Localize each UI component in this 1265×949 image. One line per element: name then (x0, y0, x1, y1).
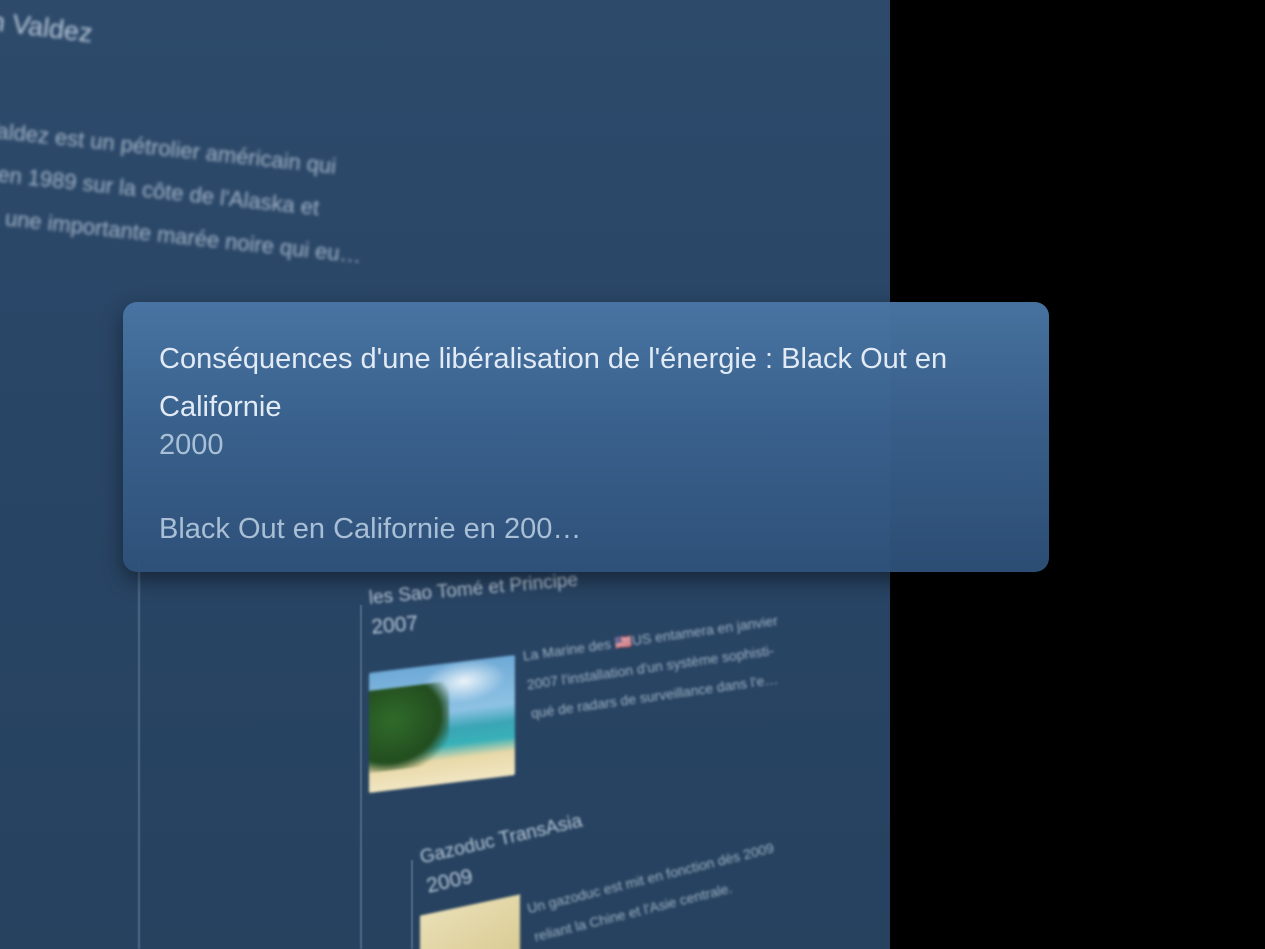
timeline-line (411, 860, 413, 949)
bg-entry-title: n Valdez (0, 6, 95, 49)
timeline-entry[interactable]: les Sao Tomé et Principe 2007 (368, 570, 582, 640)
event-year: 2000 (159, 429, 224, 461)
event-summary: Black Out en Californie en 200… (159, 513, 582, 545)
timeline-line (360, 605, 362, 949)
map-thumbnail-image (420, 894, 520, 949)
entry-description: La Marine des 🇺🇸US entamera en janvier 2… (521, 606, 788, 728)
event-detail-card[interactable]: Conséquences d'une libéralisation de l'é… (123, 302, 1049, 572)
bg-entry-description: Valdez est un pétrolier américain qui a … (0, 108, 443, 284)
timeline-line (138, 560, 140, 949)
beach-thumbnail-image (369, 655, 515, 793)
event-title: Conséquences d'une libéralisation de l'é… (159, 343, 948, 423)
